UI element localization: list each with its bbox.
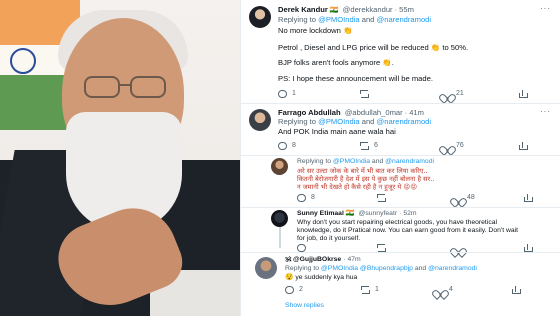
retweet-icon	[360, 90, 369, 98]
tweet-text: Why don't you start repairing electrical…	[297, 219, 498, 226]
share-button[interactable]	[523, 194, 537, 203]
reply-button[interactable]: 2	[285, 286, 303, 295]
avatar[interactable]	[249, 109, 271, 131]
mention-pmoindia[interactable]: @PMOIndia	[318, 117, 359, 126]
like-button[interactable]: 4	[435, 286, 453, 295]
mention-pmoindia[interactable]: @PMOIndia	[321, 265, 358, 272]
timestamp[interactable]: 55m	[399, 5, 414, 14]
avatar[interactable]	[271, 210, 288, 227]
tweet-text: No more lockdown 👏	[278, 26, 353, 35]
mention-pmoindia[interactable]: @PMOIndia	[333, 158, 370, 165]
heart-icon	[453, 244, 462, 252]
more-icon[interactable]: ···	[540, 4, 551, 13]
tweet-text: for job, do it yourself.	[297, 235, 361, 242]
reply-button[interactable]: 8	[278, 142, 296, 151]
share-button[interactable]	[511, 286, 525, 295]
retweet-icon	[361, 286, 370, 294]
retweet-button[interactable]: 6	[360, 142, 378, 151]
share-button[interactable]	[518, 142, 532, 151]
author-name[interactable]: Farrago Abdullah	[278, 108, 341, 117]
share-icon	[511, 286, 521, 294]
avatar[interactable]	[271, 158, 288, 175]
photo-panel	[0, 0, 240, 316]
mention-narendramodi[interactable]: @narendramodi	[428, 265, 477, 272]
reply-icon	[297, 194, 306, 202]
show-replies-link[interactable]: Show replies	[285, 302, 324, 310]
reply-icon	[278, 142, 287, 150]
timestamp[interactable]: 52m	[403, 210, 416, 217]
heart-icon	[442, 90, 451, 98]
tweet-text: न जमानी भी देखते हो कैसे रही है न हुजूर …	[297, 183, 418, 191]
heart-icon	[442, 142, 451, 150]
mention-pmoindia[interactable]: @PMOIndia	[318, 15, 359, 24]
heart-icon	[435, 286, 444, 294]
author-name[interactable]: 🕉 @GujjuBOkrse	[285, 256, 341, 263]
share-icon	[523, 244, 533, 252]
avatar[interactable]	[255, 257, 277, 279]
timestamp[interactable]: 47m	[347, 256, 360, 263]
author-handle[interactable]: @sunnyfeatr	[358, 210, 397, 217]
tweet-text: knowledge, do it Pratical now. You can e…	[297, 227, 519, 234]
flag-badge: 🇮🇳	[329, 7, 339, 14]
reply-button[interactable]: 1	[278, 90, 296, 99]
reply-icon	[278, 90, 287, 98]
tweet-farrago[interactable]: Farrago Abdullah @abdullah_0mar · 41m ··· …	[241, 104, 560, 154]
replying-label: Replying to	[285, 265, 320, 272]
heart-icon	[453, 194, 462, 202]
author-handle[interactable]: @abdullah_0mar	[345, 108, 403, 117]
reply-feed: Derek Kandur 🇮🇳 @derekkandur · 55m ··· Repl…	[240, 0, 560, 316]
reply-icon	[285, 286, 294, 294]
author-handle[interactable]: @derekkandur	[343, 5, 393, 14]
like-button[interactable]: 48	[453, 194, 475, 203]
glasses	[84, 76, 168, 100]
replying-label: Replying to	[278, 117, 316, 126]
mention-narendramodi[interactable]: @narendramodi	[385, 158, 434, 165]
tweet-sunny[interactable]: Sunny Etimaal 🇮🇳 @sunnyfeatr · 52m Why don'…	[241, 208, 560, 252]
like-button[interactable]: 21	[442, 90, 464, 99]
flag-badge: 🇮🇳	[345, 210, 355, 217]
tweet-text: And POK India main aane wala hai	[278, 127, 396, 136]
more-icon[interactable]: ···	[540, 107, 551, 116]
retweet-icon	[377, 194, 386, 202]
mention-bhupendrapbjp[interactable]: @Bhupendrapbjp	[360, 265, 413, 272]
mention-narendramodi[interactable]: @narendramodi	[377, 15, 432, 24]
timestamp[interactable]: 41m	[409, 108, 424, 117]
tweet-gujju[interactable]: 🕉 @GujjuBOkrse · 47m Replying to @PMOIndia…	[241, 253, 560, 316]
replying-label: Replying to	[278, 15, 316, 24]
author-name[interactable]: Sunny Etimaal	[297, 210, 344, 217]
tweet-text: BJP folks aren't fools anymore 👏.	[278, 58, 394, 67]
author-name[interactable]: Derek Kandur	[278, 5, 328, 14]
replying-label: Replying to	[297, 158, 332, 165]
avatar[interactable]	[249, 6, 271, 28]
mention-narendramodi[interactable]: @narendramodi	[377, 117, 432, 126]
share-icon	[518, 90, 528, 98]
retweet-icon	[377, 244, 386, 252]
reply-button[interactable]: 8	[297, 194, 315, 203]
tweet-text: अरे सर उल्टा जोक के बारे में भी बात कर ल…	[297, 167, 428, 175]
tweet-hindi-reply[interactable]: Replying to @PMOIndia and @narendramodi …	[241, 156, 560, 206]
share-button[interactable]	[518, 90, 532, 99]
tweet-text: PS: I hope these announcement will be ma…	[278, 74, 433, 83]
retweet-button[interactable]	[360, 90, 374, 99]
retweet-button[interactable]	[377, 194, 391, 203]
retweet-button[interactable]: 1	[361, 286, 379, 295]
tweet-text: Petrol , Diesel and LPG price will be re…	[278, 43, 469, 52]
like-button[interactable]: 76	[442, 142, 464, 151]
reply-icon	[297, 244, 306, 252]
retweet-icon	[360, 142, 369, 150]
tweet-derek[interactable]: Derek Kandur 🇮🇳 @derekkandur · 55m ··· Repl…	[241, 0, 560, 102]
share-icon	[518, 142, 528, 150]
tweet-text: कितनी बेरोजगारी है देश में इस पे कुछ नही…	[297, 175, 435, 183]
share-icon	[523, 194, 533, 202]
tweet-text: 😯 ye suddenly kya hua	[285, 274, 358, 281]
